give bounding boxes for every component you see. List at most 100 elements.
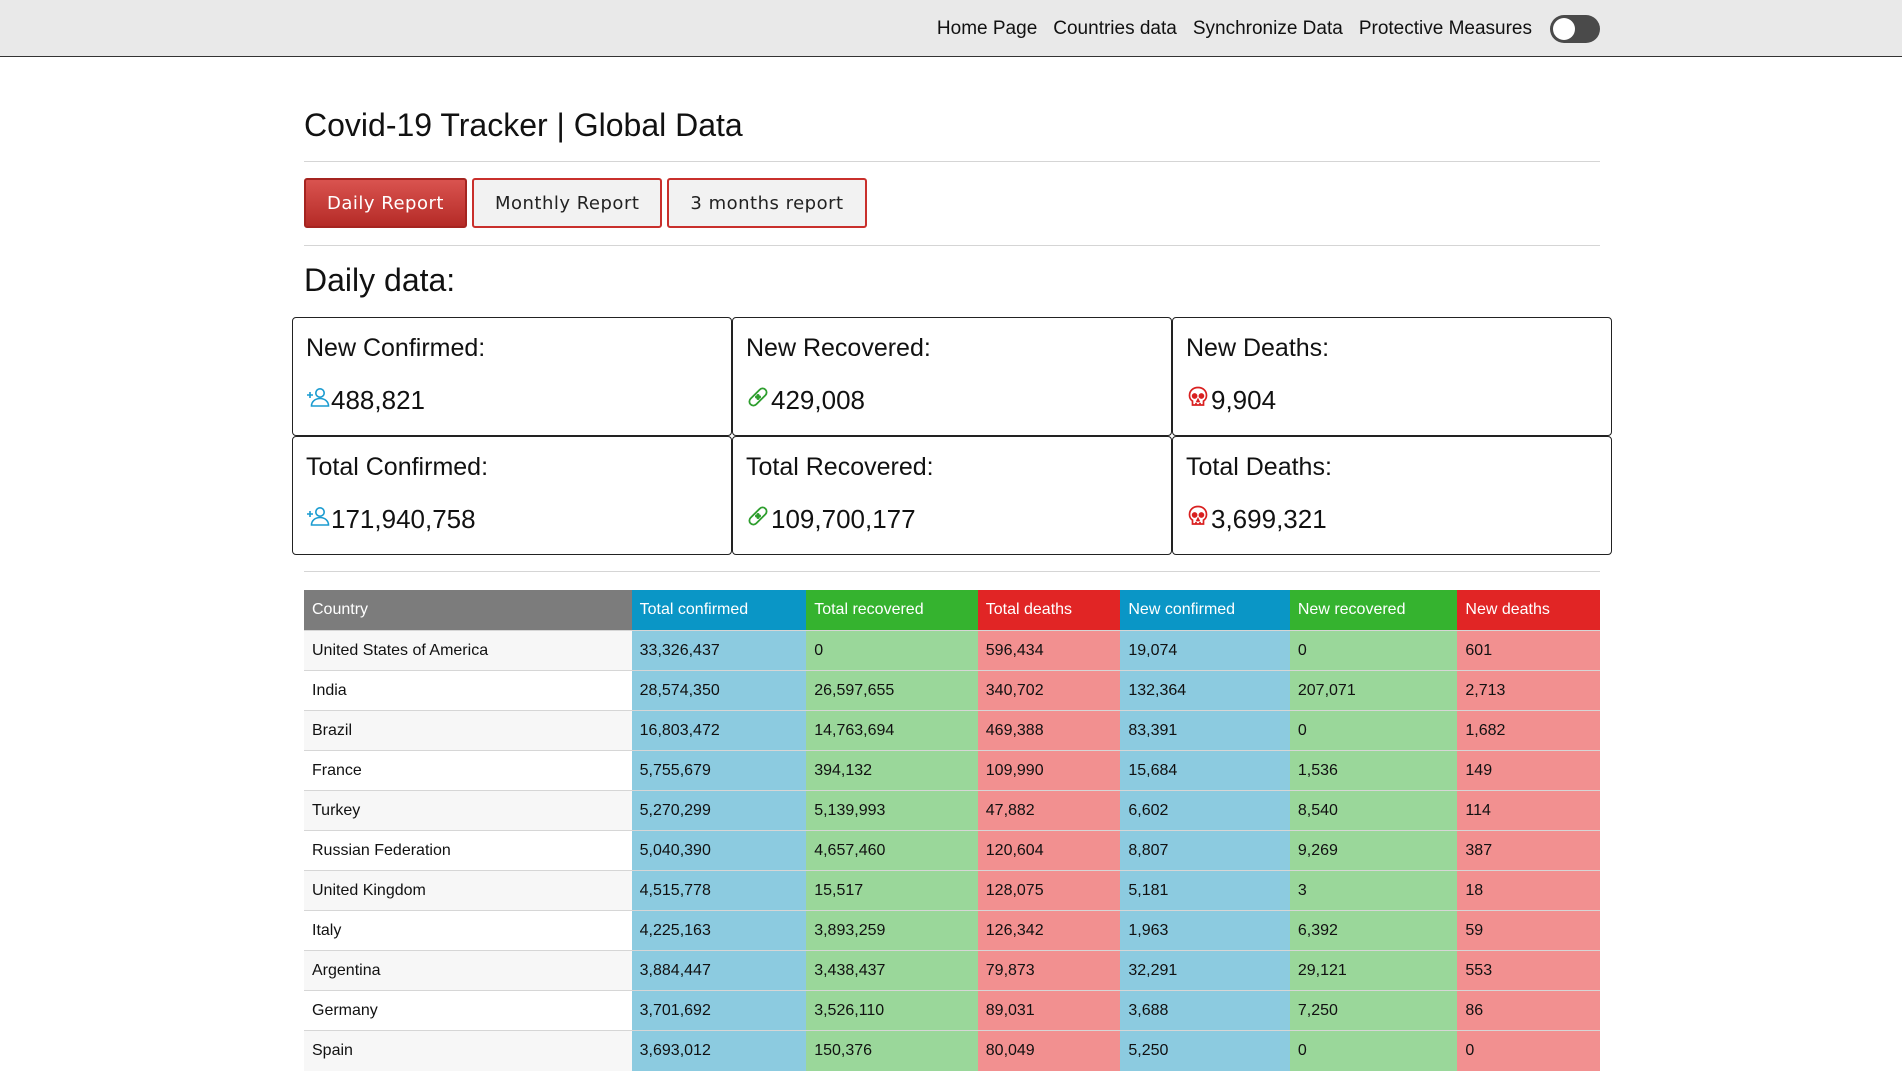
data-cell: 149 — [1457, 750, 1600, 791]
data-cell: 33,326,437 — [631, 630, 807, 671]
data-cell: 207,071 — [1289, 670, 1458, 711]
data-cell: 5,181 — [1120, 870, 1290, 911]
data-cell: 26,597,655 — [806, 670, 978, 711]
data-cell: 5,270,299 — [631, 790, 807, 831]
data-cell: 553 — [1457, 950, 1600, 991]
table-row: United States of America 33,326,437 0 596,4… — [304, 630, 1600, 671]
data-cell: 387 — [1457, 830, 1600, 871]
data-cell: 3 — [1289, 870, 1458, 911]
data-cell: 120,604 — [977, 830, 1121, 871]
data-cell: 59 — [1457, 910, 1600, 951]
data-cell: 0 — [1289, 630, 1458, 671]
data-cell: 126,342 — [977, 910, 1121, 951]
stat-card-label: New Deaths: — [1186, 334, 1330, 362]
country-cell: Spain — [304, 1030, 632, 1071]
data-cell: 340,702 — [977, 670, 1121, 711]
data-cell: 28,574,350 — [631, 670, 807, 711]
table-row: Spain 3,693,012 150,376 80,049 5,250 0 0 — [304, 1030, 1600, 1071]
column-header[interactable]: Total confirmed — [631, 590, 807, 631]
stat-card: Total Deaths: 3,699,321 — [1172, 436, 1612, 555]
data-cell: 3,693,012 — [631, 1030, 807, 1071]
stat-card-value: 109,700,177 — [771, 504, 916, 534]
country-cell: France — [304, 750, 632, 791]
data-cell: 3,701,692 — [631, 990, 807, 1031]
column-header[interactable]: Total recovered — [806, 590, 978, 631]
data-cell: 0 — [1289, 710, 1458, 751]
divider — [304, 245, 1600, 246]
countries-table: Country Total confirmed Total recovered Tot… — [304, 590, 1600, 1071]
table-row: Argentina 3,884,447 3,438,437 79,873 32,291 2… — [304, 950, 1600, 991]
data-cell: 3,884,447 — [631, 950, 807, 991]
data-cell: 150,376 — [806, 1030, 978, 1071]
table-header-row: Country Total confirmed Total recovered Tot… — [304, 590, 1600, 631]
skull-icon — [1186, 385, 1211, 416]
data-cell: 18 — [1457, 870, 1600, 911]
table-row: France 5,755,679 394,132 109,990 15,684 1,536… — [304, 750, 1600, 791]
data-cell: 2,713 — [1457, 670, 1600, 711]
table-row: United Kingdom 4,515,778 15,517 128,075 5,18… — [304, 870, 1600, 911]
data-cell: 4,515,778 — [631, 870, 807, 911]
nav-synchronize-data[interactable]: Synchronize Data — [1193, 18, 1343, 40]
top-navbar: Home Page Countries data Synchronize Dat… — [0, 0, 1902, 57]
user-plus-icon — [306, 504, 331, 535]
data-cell: 86 — [1457, 990, 1600, 1031]
column-header[interactable]: New deaths — [1457, 590, 1600, 631]
data-cell: 6,392 — [1289, 910, 1458, 951]
stat-card-label: New Confirmed: — [306, 334, 486, 362]
stat-card-value-row: 9,904 — [1186, 385, 1598, 416]
stat-card: New Confirmed: 488,821 — [292, 317, 732, 436]
report-tabs: Daily Report Monthly Report 3 months rep… — [304, 178, 867, 228]
toggle-knob — [1553, 17, 1575, 40]
table-row: Italy 4,225,163 3,893,259 126,342 1,963 6,392… — [304, 910, 1600, 951]
country-cell: India — [304, 670, 632, 711]
data-cell: 128,075 — [977, 870, 1121, 911]
stat-card-value: 488,821 — [331, 385, 425, 415]
theme-toggle[interactable] — [1550, 14, 1600, 43]
data-cell: 8,807 — [1120, 830, 1290, 871]
column-header[interactable]: New confirmed — [1120, 590, 1290, 631]
divider — [304, 571, 1600, 572]
data-cell: 1,963 — [1120, 910, 1290, 951]
monthly-report-button[interactable]: Monthly Report — [471, 178, 663, 228]
country-cell: Turkey — [304, 790, 632, 831]
data-cell: 0 — [1457, 1030, 1600, 1071]
stat-card: Total Recovered: 109,700,177 — [732, 436, 1172, 555]
stat-card-label: Total Deaths: — [1186, 453, 1332, 481]
data-cell: 3,688 — [1120, 990, 1290, 1031]
daily-report-button[interactable]: Daily Report — [304, 178, 467, 228]
three-months-report-button[interactable]: 3 months report — [667, 178, 867, 228]
data-cell: 6,602 — [1120, 790, 1290, 831]
column-header[interactable]: New recovered — [1289, 590, 1458, 631]
divider — [304, 161, 1600, 162]
data-cell: 32,291 — [1120, 950, 1290, 991]
bandage-icon — [746, 385, 771, 416]
stat-card-value-row: 3,699,321 — [1186, 504, 1598, 535]
data-cell: 5,250 — [1120, 1030, 1290, 1071]
stats-cards: New Confirmed: 488,821 New Recovered: 42… — [292, 317, 1612, 555]
data-cell: 5,755,679 — [631, 750, 807, 791]
nav-countries-data[interactable]: Countries data — [1053, 18, 1177, 40]
data-cell: 1,536 — [1289, 750, 1458, 791]
data-cell: 7,250 — [1289, 990, 1458, 1031]
column-header[interactable]: Country — [304, 590, 632, 631]
data-cell: 8,540 — [1289, 790, 1458, 831]
user-plus-icon — [306, 385, 331, 416]
data-cell: 114 — [1457, 790, 1600, 831]
data-cell: 3,893,259 — [806, 910, 978, 951]
data-cell: 4,657,460 — [806, 830, 978, 871]
column-header[interactable]: Total deaths — [977, 590, 1121, 631]
stat-card-value-row: 429,008 — [746, 385, 1158, 416]
data-cell: 132,364 — [1120, 670, 1290, 711]
nav-protective-measures[interactable]: Protective Measures — [1359, 18, 1532, 40]
data-cell: 5,139,993 — [806, 790, 978, 831]
data-cell: 89,031 — [977, 990, 1121, 1031]
data-cell: 47,882 — [977, 790, 1121, 831]
data-cell: 3,526,110 — [806, 990, 978, 1031]
stat-card: New Recovered: 429,008 — [732, 317, 1172, 436]
stat-card-value: 9,904 — [1211, 385, 1277, 415]
data-cell: 15,517 — [806, 870, 978, 911]
data-cell: 3,438,437 — [806, 950, 978, 991]
nav-home-page[interactable]: Home Page — [937, 18, 1037, 40]
data-cell: 29,121 — [1289, 950, 1458, 991]
data-cell: 1,682 — [1457, 710, 1600, 751]
